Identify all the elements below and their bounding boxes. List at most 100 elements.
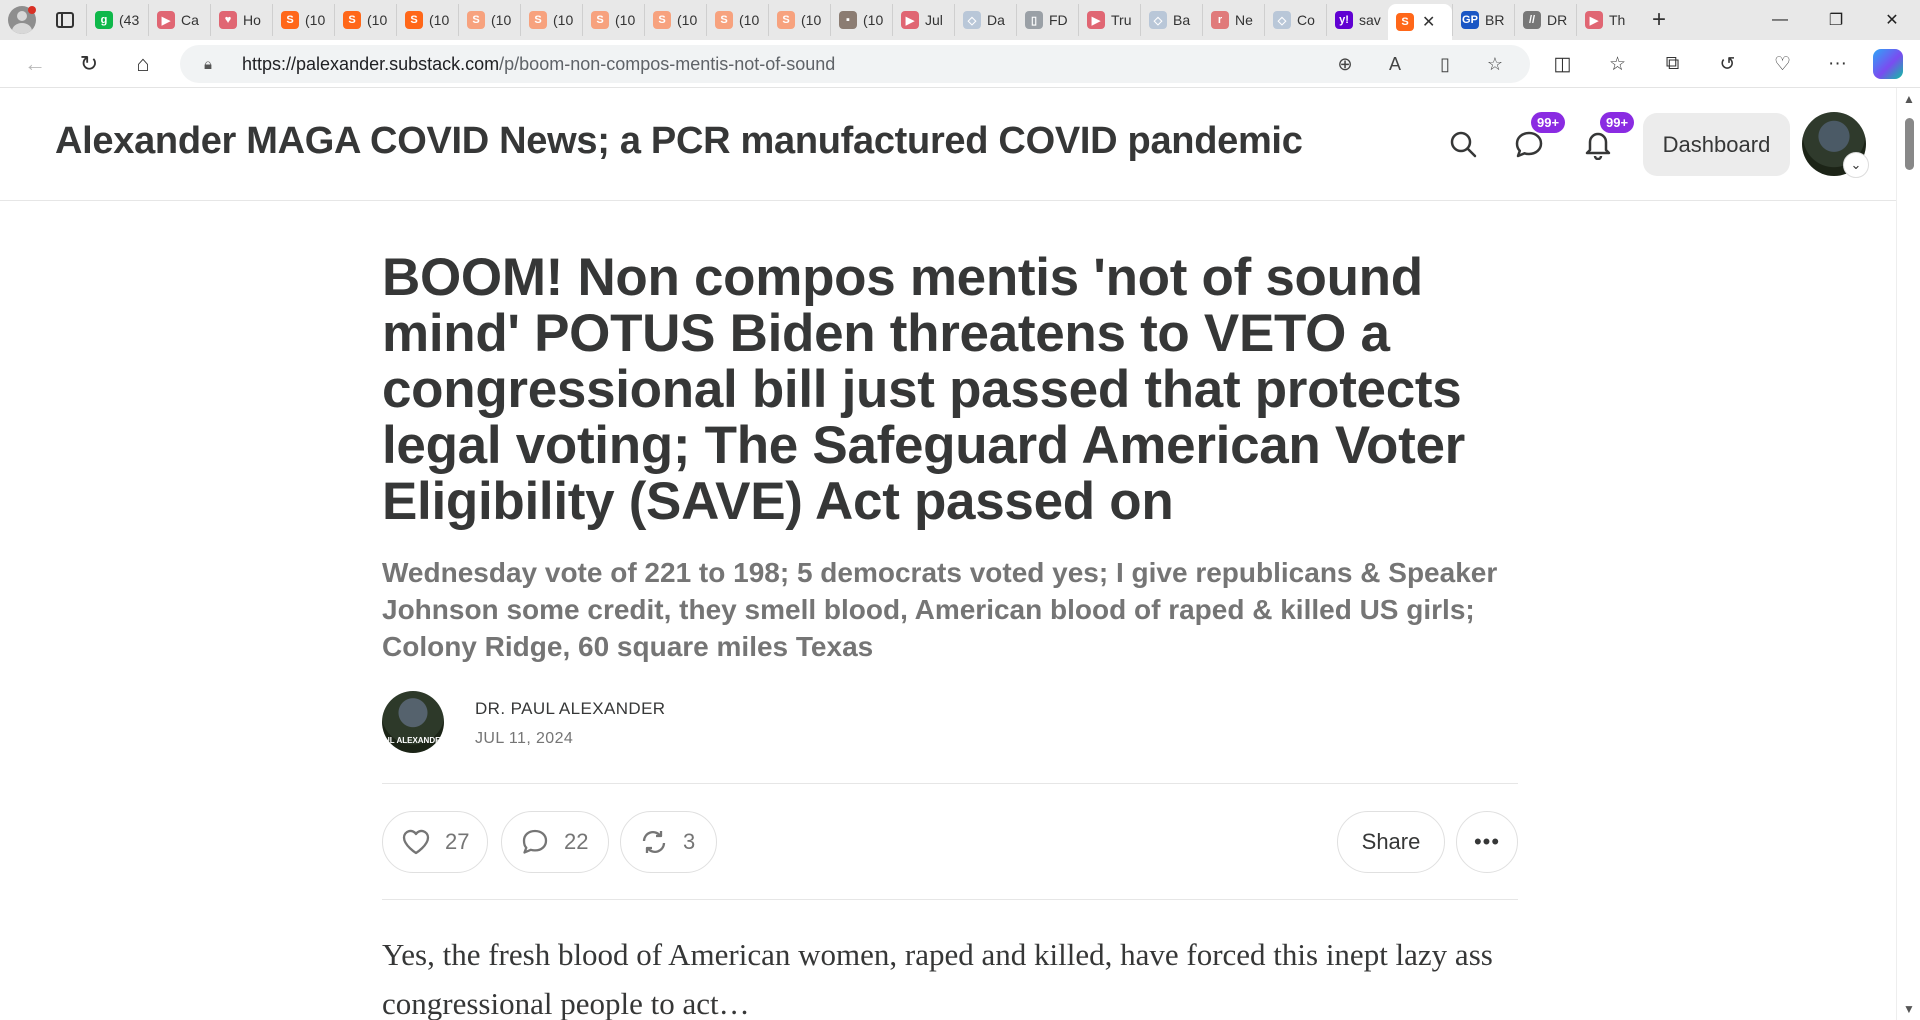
scroll-down-arrow-icon[interactable]: ▼ xyxy=(1903,1002,1915,1016)
new-tab-button[interactable]: + xyxy=(1638,0,1680,40)
restack-button[interactable]: 3 xyxy=(620,811,717,873)
browser-tab[interactable]: ▶ Tru xyxy=(1078,4,1140,36)
browser-tab[interactable]: ▪ (10 xyxy=(830,4,892,36)
browser-essentials-icon[interactable]: ♡ xyxy=(1755,53,1810,76)
profile-notification-dot xyxy=(28,6,36,14)
post-actions: 27 22 3 Share ••• xyxy=(382,784,1518,899)
site-title[interactable]: Alexander MAGA COVID News; a PCR manufac… xyxy=(55,120,1303,163)
url-text[interactable]: https://palexander.substack.com/p/boom-n… xyxy=(242,54,835,75)
byline: UL ALEXANDER DR. PAUL ALEXANDER JUL 11, … xyxy=(382,691,1518,757)
browser-tab[interactable]: S (10 xyxy=(520,4,582,36)
zoom-icon[interactable]: ⊕ xyxy=(1320,54,1370,75)
browser-tab[interactable]: ▶ Th xyxy=(1576,4,1638,36)
browser-tab[interactable]: r Ne xyxy=(1202,4,1264,36)
browser-tab[interactable]: S (10 xyxy=(334,4,396,36)
browser-tab[interactable]: y! sav xyxy=(1326,4,1388,36)
share-button[interactable]: Share xyxy=(1337,811,1445,873)
browser-tab[interactable]: S (10 xyxy=(458,4,520,36)
tab-favicon-icon: S xyxy=(529,11,547,29)
browser-tab-active[interactable]: S ✕ xyxy=(1388,4,1452,40)
read-aloud-icon[interactable]: A xyxy=(1370,54,1420,75)
restack-icon xyxy=(642,831,666,853)
tab-favicon-icon: // xyxy=(1523,11,1541,29)
tab-favicon-icon: S xyxy=(591,11,609,29)
chevron-down-icon[interactable]: ⌄ xyxy=(1843,152,1869,178)
collections-icon[interactable]: ⧉ xyxy=(1645,53,1700,75)
tab-title: BR xyxy=(1485,12,1505,28)
restore-button[interactable]: ❐ xyxy=(1808,0,1864,40)
tab-title: Da xyxy=(987,12,1005,28)
copilot-icon[interactable] xyxy=(1873,49,1903,79)
close-tab-icon[interactable]: ✕ xyxy=(1422,12,1435,32)
refresh-button[interactable]: ↻ xyxy=(62,40,116,88)
browser-tab[interactable]: S (10 xyxy=(582,4,644,36)
tab-title: (10 xyxy=(801,12,822,28)
split-screen-icon[interactable]: ◫ xyxy=(1535,53,1590,76)
scroll-up-arrow-icon[interactable]: ▲ xyxy=(1903,92,1915,106)
browser-tab[interactable]: ◇ Co xyxy=(1264,4,1326,36)
browser-tab[interactable]: ▯ FD xyxy=(1016,4,1078,36)
browser-tab[interactable]: S (10 xyxy=(706,4,768,36)
scrollbar[interactable]: ▲ ▼ xyxy=(1896,88,1920,1020)
tab-favicon-icon: ▶ xyxy=(157,11,175,29)
browser-tab[interactable]: S (10 xyxy=(768,4,830,36)
browser-tab[interactable]: S (10 xyxy=(644,4,706,36)
comment-button[interactable]: 22 xyxy=(501,811,609,873)
heart-icon xyxy=(402,829,430,855)
post-subtitle: Wednesday vote of 221 to 198; 5 democrat… xyxy=(382,557,1498,662)
like-count: 27 xyxy=(445,829,470,854)
chat-button[interactable]: 99+ xyxy=(1509,112,1566,164)
more-options-button[interactable]: ••• xyxy=(1456,811,1518,873)
vertical-tabs-icon xyxy=(56,12,74,28)
author-avatar[interactable]: UL ALEXANDER xyxy=(382,691,444,753)
address-bar[interactable]: 🔒︎ https://palexander.substack.com/p/boo… xyxy=(180,45,1530,83)
dashboard-button[interactable]: Dashboard xyxy=(1643,113,1790,176)
search-button[interactable] xyxy=(1443,124,1483,164)
tab-title: (10 xyxy=(677,12,698,28)
history-icon[interactable]: ↺ xyxy=(1700,53,1755,76)
browser-tab[interactable]: S (10 xyxy=(396,4,458,36)
browser-tab[interactable]: ▶ Jul xyxy=(892,4,954,36)
tab-title: Tru xyxy=(1111,12,1132,28)
profile-button[interactable] xyxy=(0,0,44,40)
tab-favicon-icon: ◇ xyxy=(963,11,981,29)
tab-title: DR xyxy=(1547,12,1568,28)
browser-tab[interactable]: ♥ Ho xyxy=(210,4,272,36)
tab-title: (10 xyxy=(739,12,760,28)
browser-tab[interactable]: ◇ Da xyxy=(954,4,1016,36)
tab-title: (10 xyxy=(305,12,326,28)
browser-tab[interactable]: GP BR xyxy=(1452,4,1514,36)
immersive-reader-icon[interactable]: ▯ xyxy=(1420,54,1470,75)
author-name[interactable]: DR. PAUL ALEXANDER xyxy=(475,699,665,719)
tab-favicon-icon: y! xyxy=(1335,11,1353,29)
notifications-button[interactable]: 99+ xyxy=(1578,112,1635,164)
favorites-icon[interactable]: ☆ xyxy=(1590,53,1645,76)
favorite-star-icon[interactable]: ☆ xyxy=(1470,54,1520,75)
lock-icon[interactable]: 🔒︎ xyxy=(204,56,226,73)
tab-title: Ne xyxy=(1235,12,1253,28)
browser-tab[interactable]: S (10 xyxy=(272,4,334,36)
tab-favicon-icon: ♥ xyxy=(219,11,237,29)
notifications-badge: 99+ xyxy=(1600,112,1635,133)
browser-tab[interactable]: // DR xyxy=(1514,4,1576,36)
post-body-paragraph: Yes, the fresh blood of American women, … xyxy=(382,937,1493,1020)
web-page: Alexander MAGA COVID News; a PCR manufac… xyxy=(0,88,1896,1020)
home-button[interactable]: ⌂ xyxy=(116,40,170,88)
tab-title: (10 xyxy=(863,12,884,28)
scroll-thumb[interactable] xyxy=(1905,118,1914,170)
close-window-button[interactable]: ✕ xyxy=(1864,0,1920,40)
browser-tab[interactable]: ▶ Ca xyxy=(148,4,210,36)
back-button[interactable]: ← xyxy=(8,40,62,88)
like-button[interactable]: 27 xyxy=(382,811,488,873)
tab-favicon-icon: ▶ xyxy=(1585,11,1603,29)
tab-favicon-icon: S xyxy=(1396,13,1414,31)
minimize-button[interactable]: — xyxy=(1752,0,1808,40)
avatar-caption: UL ALEXANDER xyxy=(384,736,444,745)
browser-tab[interactable]: ◇ Ba xyxy=(1140,4,1202,36)
tab-actions-button[interactable] xyxy=(44,0,86,40)
tab-title: FD xyxy=(1049,12,1068,28)
settings-more-icon[interactable]: ··· xyxy=(1810,53,1865,75)
tab-title: Ho xyxy=(243,12,261,28)
tab-title: Ca xyxy=(181,12,199,28)
browser-tab[interactable]: g (43 xyxy=(86,4,148,36)
